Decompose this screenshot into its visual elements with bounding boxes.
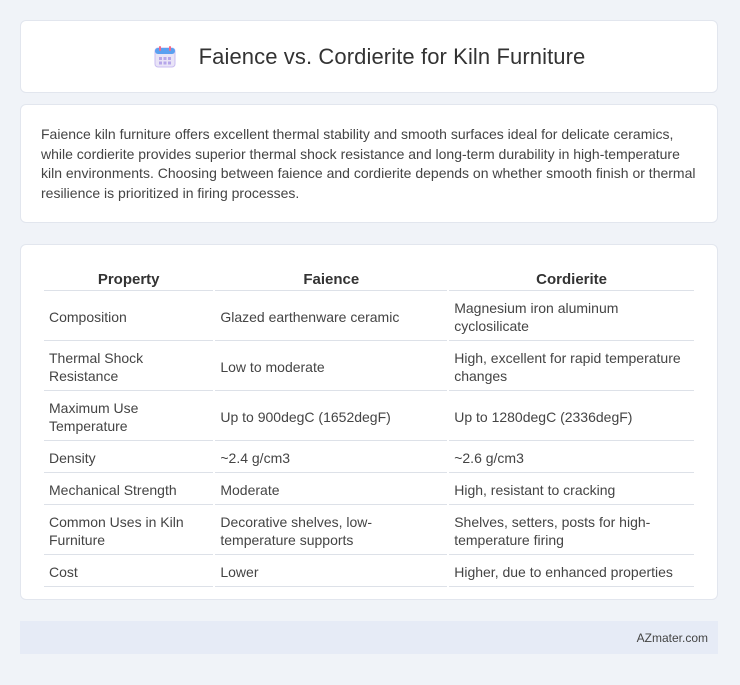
footer-brand: AZmater.com [636,630,708,645]
header-cordierite: Cordierite [449,267,694,291]
table-row: Density ~2.4 g/cm3 ~2.6 g/cm3 [44,443,694,473]
table-row: Composition Glazed earthenware ceramic M… [44,293,694,341]
cell-property: Thermal Shock Resistance [44,343,214,391]
cell-property: Composition [44,293,214,341]
cell-faience: Lower [215,557,448,587]
cell-faience: Moderate [215,475,448,505]
table-row: Maximum Use Temperature Up to 900degC (1… [44,393,694,441]
table-row: Common Uses in Kiln Furniture Decorative… [44,507,694,555]
cell-property: Maximum Use Temperature [44,393,214,441]
table-header-row: Property Faience Cordierite [44,267,694,291]
cell-cordierite: ~2.6 g/cm3 [449,443,694,473]
cell-property: Cost [44,557,214,587]
header-faience: Faience [215,267,448,291]
cell-faience: Up to 900degC (1652degF) [215,393,448,441]
cell-cordierite: High, resistant to cracking [449,475,694,505]
cell-cordierite: High, excellent for rapid temperature ch… [449,343,694,391]
comparison-table: Property Faience Cordierite Composition … [42,265,696,589]
cell-property: Density [44,443,214,473]
page-title: Faience vs. Cordierite for Kiln Furnitur… [198,43,586,69]
cell-cordierite: Magnesium iron aluminum cyclosilicate [449,293,694,341]
table-row: Mechanical Strength Moderate High, resis… [44,475,694,505]
cell-property: Mechanical Strength [44,475,214,505]
cell-faience: Decorative shelves, low-temperature supp… [215,507,448,555]
title-card: Faience vs. Cordierite for Kiln Furnitur… [20,20,718,93]
cell-faience: Glazed earthenware ceramic [215,293,448,341]
intro-text: Faience kiln furniture offers excellent … [41,126,696,201]
header-property: Property [44,267,214,291]
cell-property: Common Uses in Kiln Furniture [44,507,214,555]
cell-cordierite: Up to 1280degC (2336degF) [449,393,694,441]
footer: AZmater.com [20,621,718,654]
cell-cordierite: Higher, due to enhanced properties [449,557,694,587]
cell-cordierite: Shelves, setters, posts for high-tempera… [449,507,694,555]
cell-faience: ~2.4 g/cm3 [215,443,448,473]
intro-card: Faience kiln furniture offers excellent … [20,104,718,223]
cell-faience: Low to moderate [215,343,448,391]
table-row: Thermal Shock Resistance Low to moderate… [44,343,694,391]
comparison-card: Property Faience Cordierite Composition … [20,244,718,600]
table-row: Cost Lower Higher, due to enhanced prope… [44,557,694,587]
calendar-icon [153,45,177,69]
